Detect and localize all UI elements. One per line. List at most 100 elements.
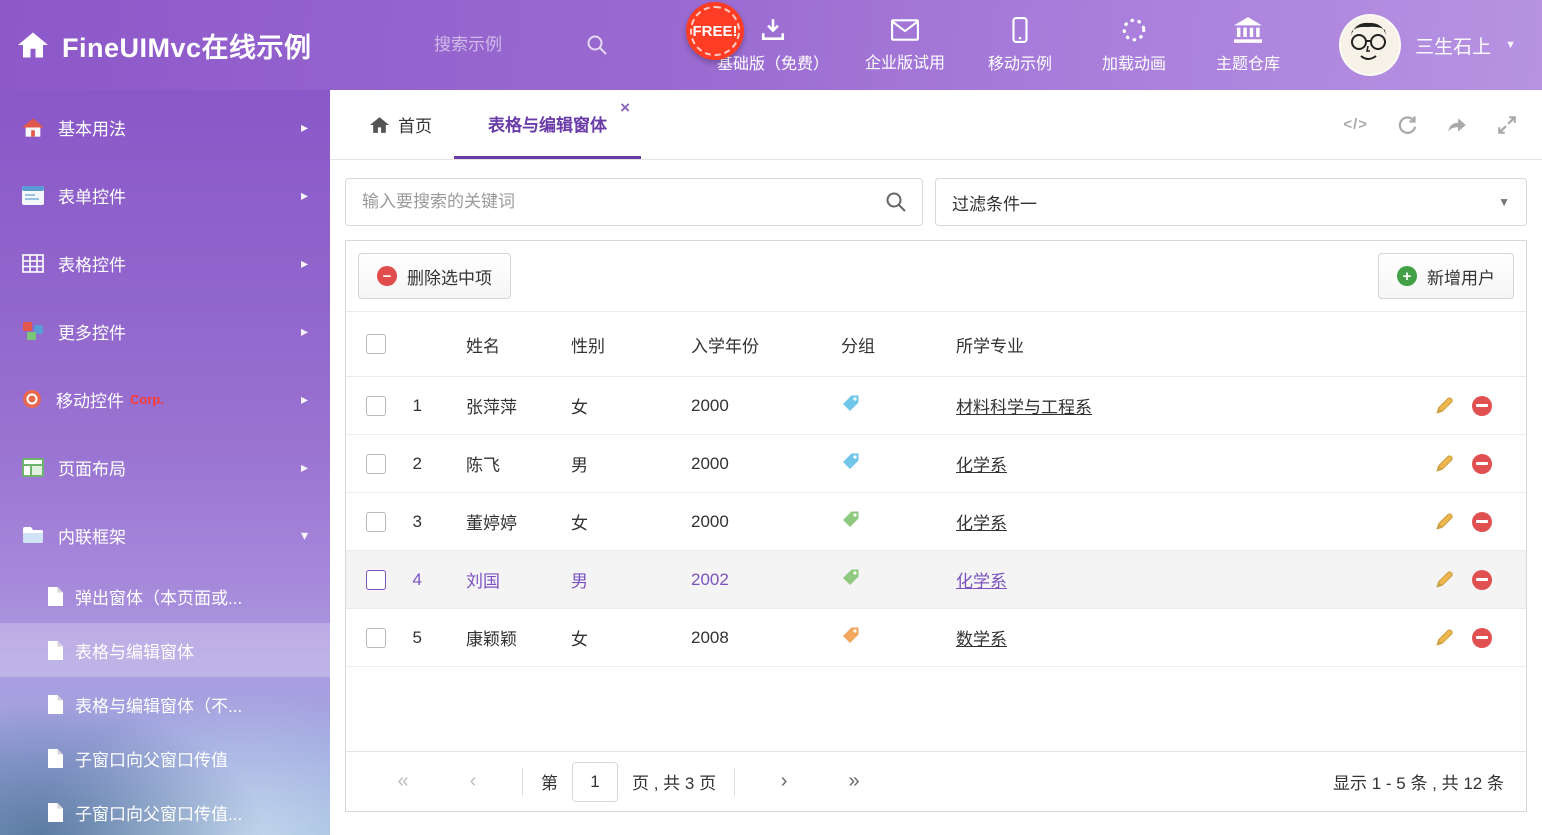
source-code-icon[interactable]: </>: [1343, 116, 1368, 133]
sidebar: 基本用法 ▸ 表单控件 ▸ 表格控件 ▸: [0, 90, 330, 835]
row-checkbox[interactable]: [366, 628, 386, 648]
sidebar-subitem-child-to-parent[interactable]: 子窗口向父窗口传值: [0, 731, 330, 785]
delete-circle-icon[interactable]: [1472, 396, 1492, 416]
table-icon: [22, 254, 44, 273]
nav-theme-store[interactable]: 主题仓库: [1209, 17, 1287, 74]
sidebar-item-form-controls[interactable]: 表单控件 ▸: [0, 161, 330, 229]
header-search-input[interactable]: [432, 34, 586, 56]
column-header-number: [391, 312, 446, 377]
top-header: FineUIMvc在线示例 FREE! 基础版（免费） 企业版试用: [0, 0, 1542, 90]
edit-pencil-icon[interactable]: [1434, 454, 1454, 474]
edit-pencil-icon[interactable]: [1434, 628, 1454, 648]
tab-home[interactable]: 首页: [348, 90, 454, 159]
sidebar-item-basic-usage[interactable]: 基本用法 ▸: [0, 93, 330, 161]
table-header-row: 姓名 性别 入学年份 分组 所学专业: [346, 312, 1526, 377]
home-logo-icon: [18, 32, 48, 58]
edit-pencil-icon[interactable]: [1434, 512, 1454, 532]
cubes-icon: [22, 321, 44, 341]
free-badge: FREE!: [686, 2, 744, 60]
delete-circle-icon[interactable]: [1472, 628, 1492, 648]
filter-dropdown[interactable]: 过滤条件一 ▼: [935, 178, 1527, 226]
major-link[interactable]: 数学系: [956, 630, 1007, 649]
page-number-input[interactable]: [572, 762, 618, 802]
tab-grid-edit-window[interactable]: 表格与编辑窗体 ×: [454, 90, 641, 159]
sidebar-menu: 基本用法 ▸ 表单控件 ▸ 表格控件 ▸: [0, 90, 330, 835]
table-row[interactable]: 2 陈飞 男 2000 化学系: [346, 435, 1526, 493]
table-row-selected[interactable]: 4 刘国 男 2002 化学系: [346, 551, 1526, 609]
sidebar-subitem-grid-edit-window-2[interactable]: 表格与编辑窗体（不...: [0, 677, 330, 731]
file-icon: [48, 587, 63, 606]
envelope-icon: [891, 18, 919, 42]
file-icon: [48, 803, 63, 822]
chevron-right-icon: ▸: [301, 391, 308, 408]
table-row[interactable]: 1 张萍萍 女 2000 材料科学与工程系: [346, 377, 1526, 435]
table-row[interactable]: 3 董婷婷 女 2000 化学系: [346, 493, 1526, 551]
refresh-icon[interactable]: [1396, 114, 1418, 136]
sidebar-item-page-layout[interactable]: 页面布局 ▸: [0, 433, 330, 501]
chevron-right-icon: ▸: [301, 323, 308, 340]
filter-row: 过滤条件一 ▼: [345, 178, 1527, 226]
chevron-right-icon: ▸: [301, 255, 308, 272]
header-search: [432, 34, 637, 56]
tag-icon: [841, 510, 860, 529]
table-row[interactable]: 5 康颖颖 女 2008 数学系: [346, 609, 1526, 667]
brand: FineUIMvc在线示例: [0, 26, 410, 65]
sidebar-item-iframe[interactable]: 内联框架 ▾: [0, 501, 330, 569]
select-all-checkbox[interactable]: [366, 334, 386, 354]
tag-icon: [841, 452, 860, 471]
file-icon: [48, 641, 63, 660]
divider: [522, 768, 523, 796]
next-page-button[interactable]: ›: [749, 770, 819, 793]
chevron-right-icon: ▸: [301, 187, 308, 204]
sidebar-subitem-child-to-parent-2[interactable]: 子窗口向父窗口传值...: [0, 785, 330, 835]
user-menu[interactable]: 三生石上 ▼: [1339, 14, 1542, 76]
sidebar-subitem-grid-edit-window[interactable]: 表格与编辑窗体: [0, 623, 330, 677]
row-checkbox[interactable]: [366, 570, 386, 590]
chevron-down-icon: ▼: [1505, 39, 1516, 51]
delete-circle-icon[interactable]: [1472, 512, 1492, 532]
delete-circle-icon[interactable]: [1472, 570, 1492, 590]
add-user-button[interactable]: + 新增用户: [1378, 253, 1514, 299]
tag-icon: [841, 568, 860, 587]
grid-panel: − 删除选中项 + 新增用户 姓名: [345, 240, 1527, 812]
last-page-button[interactable]: »: [819, 770, 889, 793]
keyword-search-input[interactable]: [346, 192, 885, 212]
tab-bar: 首页 表格与编辑窗体 × </>: [330, 90, 1542, 160]
delete-circle-icon[interactable]: [1472, 454, 1492, 474]
major-link[interactable]: 化学系: [956, 456, 1007, 475]
file-icon: [48, 695, 63, 714]
row-checkbox[interactable]: [366, 512, 386, 532]
row-checkbox[interactable]: [366, 454, 386, 474]
major-link[interactable]: 化学系: [956, 572, 1007, 591]
sidebar-subitem-popup-window[interactable]: 弹出窗体（本页面或...: [0, 569, 330, 623]
edit-pencil-icon[interactable]: [1434, 396, 1454, 416]
nav-enterprise-trial[interactable]: 企业版试用: [865, 18, 945, 73]
corp-badge: Corp.: [130, 392, 164, 407]
nav-mobile-demo[interactable]: 移动示例: [981, 17, 1059, 74]
tag-icon: [841, 626, 860, 645]
search-icon[interactable]: [586, 34, 608, 56]
pagination-bar: « ‹ 第 页 , 共 3 页 › » 显示 1 - 5 条 , 共 12 条: [346, 751, 1526, 811]
search-icon[interactable]: [885, 191, 907, 213]
major-link[interactable]: 材料科学与工程系: [956, 398, 1092, 417]
filter-dropdown-value: 过滤条件一: [952, 190, 1037, 215]
avatar: [1339, 14, 1401, 76]
column-header-name: 姓名: [446, 312, 561, 377]
expand-icon[interactable]: [1496, 114, 1518, 136]
keyword-search-box: [345, 178, 923, 226]
row-checkbox[interactable]: [366, 396, 386, 416]
page-label-before: 第: [541, 769, 558, 794]
edit-pencil-icon[interactable]: [1434, 570, 1454, 590]
nav-loading-animation[interactable]: 加载动画: [1095, 17, 1173, 74]
sidebar-item-grid-controls[interactable]: 表格控件 ▸: [0, 229, 330, 297]
share-icon[interactable]: [1446, 114, 1468, 136]
sidebar-item-more-controls[interactable]: 更多控件 ▸: [0, 297, 330, 365]
delete-selected-button[interactable]: − 删除选中项: [358, 253, 511, 299]
first-page-button[interactable]: «: [368, 770, 438, 793]
close-icon[interactable]: ×: [620, 99, 630, 116]
tag-icon: [841, 394, 860, 413]
mobile-control-icon: [22, 389, 42, 409]
prev-page-button[interactable]: ‹: [438, 770, 508, 793]
major-link[interactable]: 化学系: [956, 514, 1007, 533]
sidebar-item-mobile-controls[interactable]: 移动控件 Corp. ▸: [0, 365, 330, 433]
